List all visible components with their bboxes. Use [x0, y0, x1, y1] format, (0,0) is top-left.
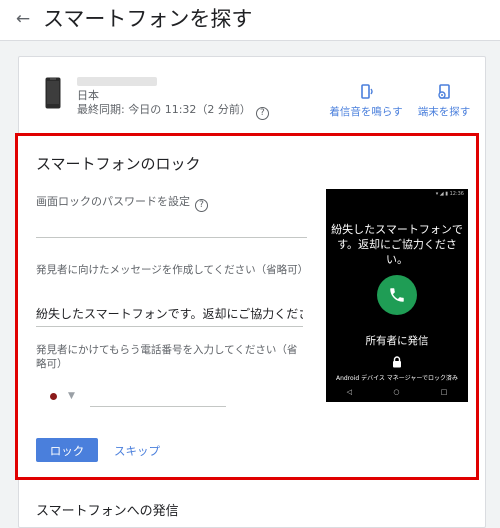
ring-label: 着信音を鳴らす — [329, 106, 403, 118]
device-name-redacted — [77, 77, 157, 86]
last-sync-text: 最終同期: 今日の 11:32（2 分前） — [77, 103, 251, 116]
call-owner-label: 所有者に発信 — [365, 335, 429, 347]
message-input[interactable] — [36, 300, 303, 327]
password-label: 画面ロックのパスワードを設定? — [36, 193, 208, 212]
lock-section-title: スマートフォンのロック — [36, 155, 201, 173]
ring-phone-button[interactable]: 着信音を鳴らす — [322, 83, 410, 119]
password-label-text: 画面ロックのパスワードを設定 — [36, 195, 190, 208]
nav-back-icon: ◁ — [346, 388, 353, 396]
message-label: 発見者に向けたメッセージを作成してください（省略可） — [36, 264, 309, 276]
lock-screen-preview: ▾ ◢ ▮ 12:36 紛失したスマートフォンです。返却にご協力ください。 所有… — [326, 189, 468, 402]
password-input[interactable] — [36, 215, 307, 238]
country-dropdown-icon[interactable]: ▼ — [68, 390, 75, 402]
managed-by-text: Android デバイス マネージャーでロック済み — [335, 375, 459, 382]
country-flag-icon[interactable] — [50, 393, 57, 400]
call-owner-button — [377, 275, 417, 315]
find-device-button[interactable]: 端末を探す — [412, 83, 476, 119]
phone-icon — [45, 77, 61, 109]
help-icon[interactable]: ? — [255, 107, 269, 120]
last-sync-info: 最終同期: 今日の 11:32（2 分前）? — [77, 103, 269, 120]
lock-section: スマートフォンのロック 画面ロックのパスワードを設定? 発見者に向けたメッセージ… — [15, 133, 479, 480]
find-label: 端末を探す — [417, 106, 471, 118]
phone-input[interactable] — [90, 382, 226, 407]
skip-link[interactable]: スキップ — [114, 443, 160, 459]
find-device-icon — [438, 84, 450, 99]
nav-home-icon: ○ — [393, 388, 400, 396]
page-title: スマートフォンを探す — [43, 7, 253, 31]
top-bar: ← スマートフォンを探す — [0, 0, 500, 41]
phone-handset-icon — [390, 288, 404, 302]
back-arrow-icon[interactable]: ← — [12, 8, 34, 30]
password-help-icon[interactable]: ? — [195, 199, 208, 212]
call-phone-section-title: スマートフォンへの発信 — [36, 504, 179, 519]
lock-button[interactable]: ロック — [36, 438, 98, 462]
phone-label: 発見者にかけてもらう電話番号を入力してください（省略可） — [36, 344, 298, 370]
preview-status-bar: ▾ ◢ ▮ 12:36 — [435, 191, 464, 197]
nav-recent-icon: □ — [440, 388, 448, 396]
device-country: 日本 — [77, 89, 99, 102]
lock-icon — [393, 356, 401, 368]
preview-message: 紛失したスマートフォンです。返却にご協力ください。 — [331, 223, 463, 266]
ring-icon — [361, 84, 373, 99]
preview-nav-bar: ◁ ○ □ — [326, 387, 468, 397]
